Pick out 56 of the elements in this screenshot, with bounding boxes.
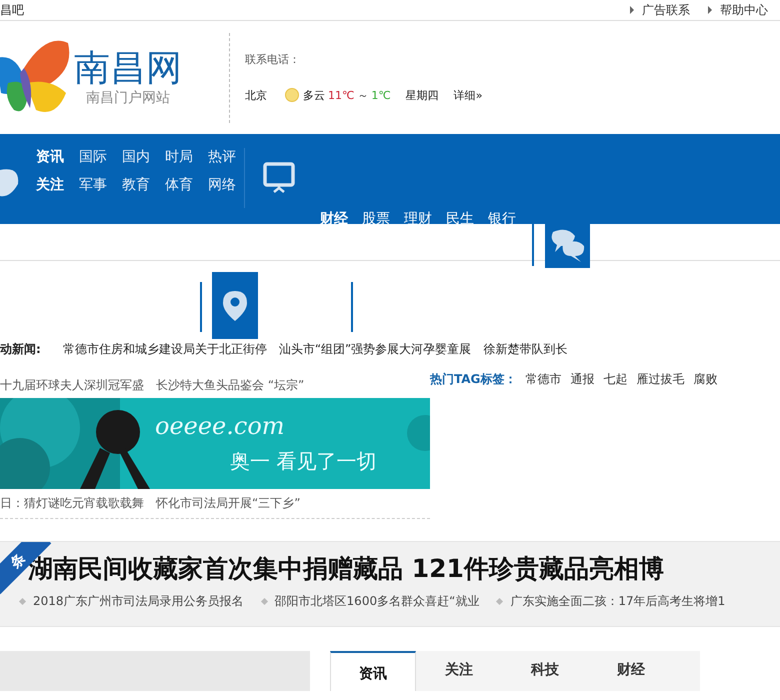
tag-link[interactable]: 常德市 <box>525 371 562 388</box>
nav-link[interactable]: 财经 <box>320 212 348 226</box>
tag-link[interactable]: 腐败 <box>693 371 718 388</box>
news-link[interactable]: 2018广东广州市司法局录用公务员报名 <box>20 593 244 610</box>
top-link[interactable]: 帮助中心 <box>708 2 768 18</box>
tag-link[interactable]: 七起 <box>603 371 628 388</box>
nav-link[interactable]: 网络 <box>208 176 236 194</box>
nav-link[interactable]: 股票 <box>362 212 390 226</box>
contact-label: 联系电话： <box>245 52 301 67</box>
chat-tile[interactable] <box>545 224 590 268</box>
news-link[interactable]: 怀化市司法局开展“三下乡” <box>156 495 300 512</box>
nav-link[interactable]: 关注 <box>36 176 64 194</box>
weekday: 星期四 <box>406 88 439 102</box>
nav-link[interactable]: 体育 <box>165 176 193 194</box>
tab[interactable]: 财经 <box>588 651 674 691</box>
top-link[interactable]: 广告联系 <box>630 2 690 18</box>
nav-link[interactable]: 军事 <box>79 176 107 194</box>
banner-slogan: 奥一 看见了一切 <box>230 448 376 475</box>
tab[interactable]: 科技 <box>502 651 588 691</box>
tag-link[interactable]: 通报 <box>570 371 594 388</box>
range-separator: ～ <box>357 88 368 102</box>
hot-tags-label: 热门TAG标签： <box>430 371 516 388</box>
nav-link[interactable]: 理财 <box>404 212 432 226</box>
presentation-icon <box>263 162 295 194</box>
chat-icon <box>548 228 586 264</box>
city-name: 北京 <box>245 88 267 102</box>
news-link[interactable]: 常德市住房和城乡建设局关于北正街停 <box>62 340 267 358</box>
news-link[interactable]: 徐新楚带队到长 <box>483 340 568 358</box>
news-link[interactable]: 广东实施全面二孩：17年后高考生将增1 <box>497 593 726 610</box>
high-temperature: 11℃ <box>328 88 354 102</box>
logo-title: 南昌网 <box>74 48 182 88</box>
location-tile[interactable] <box>212 272 258 339</box>
tab[interactable]: 关注 <box>416 651 502 691</box>
weather-condition: 多云 <box>303 88 325 102</box>
nav-link[interactable]: 热评 <box>208 148 236 166</box>
nav-link[interactable]: 国内 <box>122 148 150 166</box>
news-link[interactable]: 十九届环球夫人深圳冠军盛 <box>0 377 144 394</box>
tab[interactable]: 资讯 <box>330 651 416 691</box>
low-temperature: 1℃ <box>371 88 391 102</box>
details-link[interactable]: 详细» <box>454 88 482 102</box>
news-link[interactable]: 日：猜灯谜吃元宵载歌载舞 <box>0 495 144 512</box>
sun-icon <box>284 87 300 103</box>
news-link[interactable]: 汕头市“组团”强势参展大河孕婴童展 <box>278 340 472 358</box>
news-link[interactable]: 长沙特大鱼头品鉴会 “坛宗” <box>156 377 304 394</box>
nav-link[interactable]: 资讯 <box>36 148 64 166</box>
banner-brand: oeeee.com <box>155 412 285 440</box>
site-link[interactable]: 昌吧 <box>0 2 24 18</box>
location-pin-icon <box>222 290 248 322</box>
nav-link[interactable]: 时局 <box>165 148 193 166</box>
tag-link[interactable]: 雁过拔毛 <box>636 371 684 388</box>
nav-link[interactable]: 国际 <box>79 148 107 166</box>
logo-subtitle: 南昌门户网站 <box>86 88 170 106</box>
ticker-label: 动新闻: <box>0 340 41 358</box>
nav-link[interactable]: 教育 <box>122 176 150 194</box>
news-link[interactable]: 邵阳市北塔区1600多名群众喜赶“就业 <box>262 593 480 610</box>
nav-link[interactable]: 民生 <box>446 212 474 226</box>
